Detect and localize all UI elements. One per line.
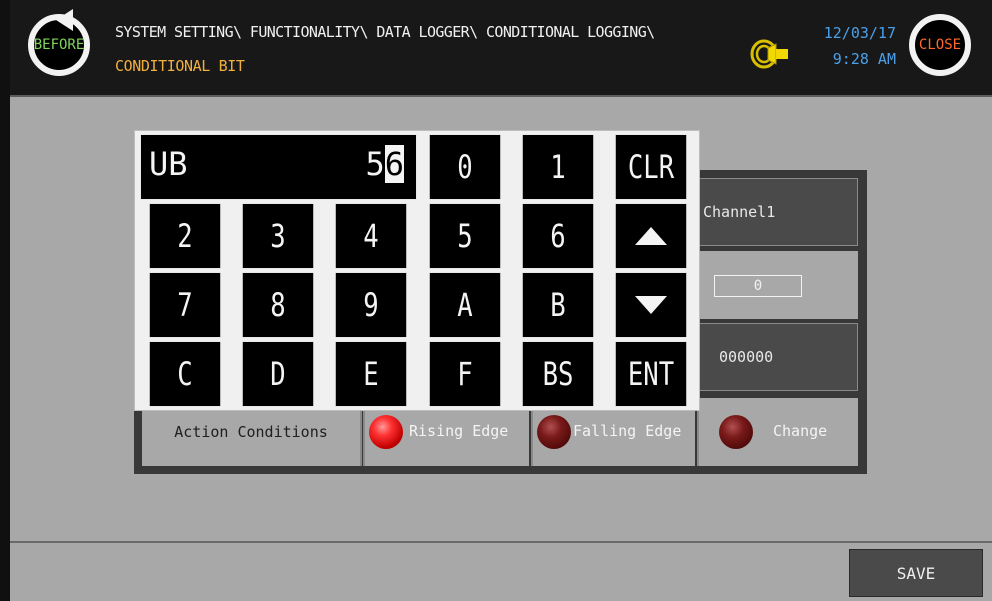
- address-field[interactable]: 000000: [694, 323, 858, 391]
- page-title: CONDITIONAL BIT: [115, 57, 245, 75]
- change-option[interactable]: Change: [697, 398, 858, 466]
- key-8[interactable]: 8: [242, 272, 314, 338]
- footer-bar: [10, 541, 992, 601]
- arrow-down-icon: [635, 296, 667, 314]
- screen-frame: [0, 0, 10, 601]
- keypad-display: UB 56: [140, 134, 417, 200]
- arrow-up-icon: [635, 227, 667, 245]
- key-e[interactable]: E: [335, 341, 407, 407]
- change-label: Change: [773, 422, 828, 440]
- speaker-icon[interactable]: [750, 39, 794, 69]
- channel-selector[interactable]: Channel1: [694, 178, 858, 246]
- close-button[interactable]: CLOSE: [909, 14, 971, 76]
- save-button[interactable]: SAVE: [849, 549, 983, 597]
- close-label: CLOSE: [918, 37, 962, 53]
- key-f[interactable]: F: [429, 341, 501, 407]
- time-display: 9:28 AM: [832, 50, 896, 68]
- breadcrumb: SYSTEM SETTING\ FUNCTIONALITY\ DATA LOGG…: [115, 23, 655, 41]
- key-1[interactable]: 1: [522, 134, 594, 200]
- rising-edge-label: Rising Edge: [409, 422, 509, 440]
- falling-edge-label: Falling Edge: [573, 422, 682, 440]
- key-2[interactable]: 2: [149, 203, 221, 269]
- key-d[interactable]: D: [242, 341, 314, 407]
- key-3[interactable]: 3: [242, 203, 314, 269]
- key-6[interactable]: 6: [522, 203, 594, 269]
- key-0[interactable]: 0: [429, 134, 501, 200]
- radio-on-icon: [369, 415, 403, 449]
- key-5[interactable]: 5: [429, 203, 501, 269]
- key-9[interactable]: 9: [335, 272, 407, 338]
- before-button[interactable]: BEFORE: [28, 9, 90, 76]
- before-label: BEFORE: [33, 37, 85, 53]
- device-type: UB: [149, 145, 188, 183]
- key-c[interactable]: C: [149, 341, 221, 407]
- address-value: 000000: [719, 348, 774, 366]
- key-4[interactable]: 4: [335, 203, 407, 269]
- key-b[interactable]: B: [522, 272, 594, 338]
- slot-input[interactable]: 0: [714, 275, 802, 297]
- header-bar: BEFORE SYSTEM SETTING\ FUNCTIONALITY\ DA…: [10, 0, 992, 97]
- backspace-button[interactable]: BS: [522, 341, 594, 407]
- radio-off-icon: [537, 415, 571, 449]
- entry-value: 56: [365, 145, 404, 183]
- hex-keypad: UB 56 0 1 CLR 2 3 4 5 6 7 8 9 A B C D E …: [134, 130, 700, 411]
- enter-button[interactable]: ENT: [615, 341, 687, 407]
- action-conditions-text: Action Conditions: [174, 423, 328, 441]
- up-button[interactable]: [615, 203, 687, 269]
- down-button[interactable]: [615, 272, 687, 338]
- key-a[interactable]: A: [429, 272, 501, 338]
- date-display: 12/03/17: [823, 24, 896, 42]
- channel-label: Channel1: [703, 203, 776, 221]
- radio-off-icon: [719, 415, 753, 449]
- clear-button[interactable]: CLR: [615, 134, 687, 200]
- entry-digits: 5: [365, 145, 385, 183]
- entry-cursor: 6: [384, 145, 404, 183]
- back-arrow-icon: [56, 9, 73, 31]
- key-7[interactable]: 7: [149, 272, 221, 338]
